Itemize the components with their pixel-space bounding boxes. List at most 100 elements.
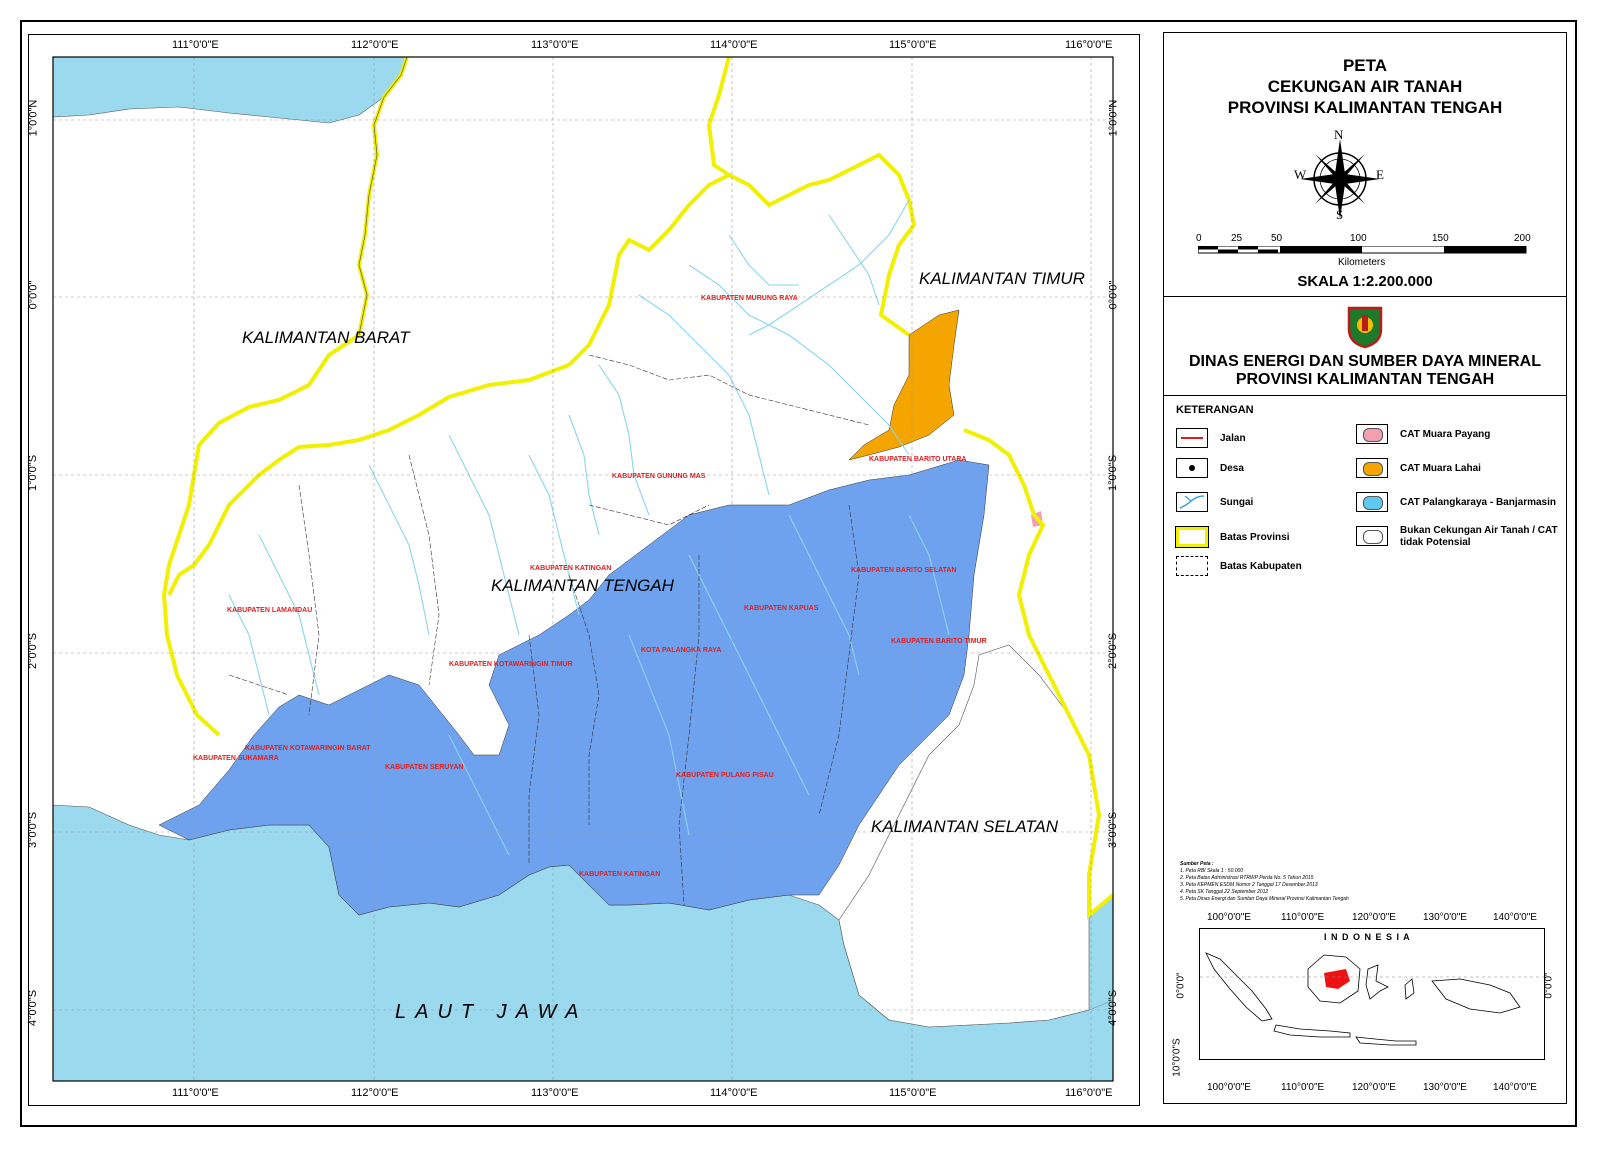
title-box: PETA CEKUNGAN AIR TANAH PROVINSI KALIMAN… [1164,33,1566,297]
kab-label-barito-selatan: KABUPATEN BARITO SELATAN [851,567,957,574]
legend-box: KETERANGAN Jalan Desa Sungai Batas Provi… [1164,396,1566,636]
compass-n: N [1334,127,1344,142]
kab-label-katingan-south: KABUPATEN KATINGAN [579,871,661,878]
inset-lat-0-right: 0°0'0" [1543,972,1555,999]
lat-tick-3s-right: 3°0'0"S [1107,811,1120,849]
lon-tick-115-top: 115°0'0"E [889,39,937,51]
scale-tick-50: 50 [1271,233,1283,244]
kab-label-palangka-raya: KOTA PALANGKA RAYA [641,647,722,654]
lon-tick-114-top: 114°0'0"E [710,39,758,51]
lon-tick-113-bottom: 113°0'0"E [531,1087,579,1099]
legend-heading: KETERANGAN [1176,404,1254,416]
inset-label: I N D O N E S I A [1324,932,1411,942]
legend-cat-muara-payang-symbol [1356,424,1388,444]
lat-tick-0-right: 0°0'0" [1107,280,1120,310]
agency-line2: PROVINSI KALIMANTAN TENGAH [1235,371,1495,388]
source-line: 1. Peta RBI Skala 1 : 50.000 [1180,868,1244,874]
inset-lon-120: 120°0'0"E [1352,912,1396,923]
scale-tick-200: 200 [1514,233,1531,244]
lon-tick-113-top: 113°0'0"E [531,39,579,51]
sources-list: 1. Peta RBI Skala 1 : 50.000 2. Peta Bat… [1180,868,1349,903]
legend-village-label: Desa [1220,463,1244,474]
inset-lat-0-left: 0°0'0" [1175,972,1187,999]
kab-label-barito-timur: KABUPATEN BARITO TIMUR [891,638,987,645]
inset-lon-100-bottom: 100°0'0"E [1207,1082,1251,1093]
source-line: 2. Peta Batas Administrasi RTRWP Perda N… [1180,875,1314,881]
source-line: 3. Peta KEPMEN ESDM Nomor 2 Tanggal 17 D… [1180,882,1318,888]
compass-e: E [1376,167,1384,182]
kab-label-katingan-north: KABUPATEN KATINGAN [530,565,612,572]
lat-tick-0-left: 0°0'0" [27,280,40,310]
lon-tick-116-top: 116°0'0"E [1065,39,1113,51]
legend-cat-muara-lahai-label: CAT Muara Lahai [1400,463,1481,474]
agency-line1: DINAS ENERGI DAN SUMBER DAYA MINERAL [1188,353,1542,370]
kab-label-barito-utara: KABUPATEN BARITO UTARA [869,456,967,463]
inset-lat-10s-left: 10°0'0"S [1171,1038,1183,1077]
inset-lon-110: 110°0'0"E [1281,912,1325,923]
inset-lon-100: 100°0'0"E [1207,912,1251,923]
scale-tick-0: 0 [1196,233,1202,244]
kab-label-lamandau: KABUPATEN LAMANDAU [227,607,313,614]
compass-w: W [1294,167,1307,182]
inset-map: I N D O N E S I A [1199,928,1545,1060]
scale-bar [1198,246,1527,254]
kab-label-gunung-mas: KABUPATEN GUNUNG MAS [612,473,706,480]
provincial-emblem-icon [1347,306,1383,349]
legend-kabupaten-border-symbol [1176,556,1208,576]
region-label-kaltim: KALIMANTAN TIMUR [919,269,1085,288]
lat-tick-2s-left: 2°0'0"S [27,632,40,670]
map-title-line1: PETA [1342,56,1388,75]
source-line: 4. Peta SK Tanggal 22 September 2012 [1180,889,1269,895]
legend-river-label: Sungai [1220,497,1254,508]
legend-province-border-symbol [1175,526,1209,548]
legend-non-cat-symbol [1356,526,1388,546]
lat-tick-1s-left: 1°0'0"S [27,454,40,492]
lon-tick-112-bottom: 112°0'0"E [351,1087,399,1099]
legend-road-symbol [1176,428,1208,448]
inset-map-graphic [1200,952,1544,1046]
lon-tick-115-bottom: 115°0'0"E [889,1087,937,1099]
compass-s: S [1336,207,1344,222]
kab-label-seruyan: KABUPATEN SERUYAN [385,764,464,771]
region-label-kalteng: KALIMANTAN TENGAH [491,576,674,595]
kab-label-kapuas: KABUPATEN KAPUAS [744,605,819,612]
inset-lon-130-bottom: 130°0'0"E [1423,1082,1467,1093]
scale-tick-150: 150 [1432,233,1449,244]
region-label-kalbar: KALIMANTAN BARAT [242,328,410,347]
scale-unit: Kilometers [1338,257,1386,268]
legend-cat-palangkaraya-symbol [1356,492,1388,512]
map-title-line2: CEKUNGAN AIR TANAH [1267,77,1463,96]
sources-heading: Sumber Peta : [1180,861,1214,867]
lat-tick-2s-right: 2°0'0"S [1107,632,1120,670]
lat-tick-1s-right: 1°0'0"S [1107,454,1120,492]
inset-lon-110-bottom: 110°0'0"E [1281,1082,1325,1093]
lon-tick-116-bottom: 116°0'0"E [1065,1087,1113,1099]
legend-river-symbol [1176,492,1208,512]
inset-lon-140-bottom: 140°0'0"E [1493,1082,1537,1093]
lon-tick-111-bottom: 111°0'0"E [172,1087,219,1099]
scale-ratio: SKALA 1:2.200.000 [1297,273,1433,290]
lat-tick-4s-right: 4°0'0"S [1107,989,1120,1027]
legend-non-cat-label: Bukan Cekungan Air Tanah / CAT tidak Pot… [1400,525,1558,548]
legend-kabupaten-border-label: Batas Kabupaten [1220,561,1302,572]
kab-label-kotawaringin-barat: KABUPATEN KOTAWARINGIN BARAT [245,745,371,752]
kab-label-sukamara: KABUPATEN SUKAMARA [193,755,279,762]
legend-road-label: Jalan [1220,433,1246,444]
region-label-kalsel: KALIMANTAN SELATAN [871,817,1059,836]
legend-village-symbol [1176,458,1208,478]
kab-label-murung-raya: KABUPATEN MURUNG RAYA [701,295,798,302]
legend-cat-muara-payang-label: CAT Muara Payang [1400,429,1491,440]
agency-box: DINAS ENERGI DAN SUMBER DAYA MINERAL PRO… [1164,297,1566,396]
scale-tick-100: 100 [1350,233,1367,244]
legend-province-border-label: Batas Provinsi [1220,532,1290,543]
lat-tick-1n-left: 1°0'0"N [27,99,40,137]
legend-cat-palangkaraya-label: CAT Palangkaraya - Banjarmasin [1400,497,1556,508]
lon-tick-112-top: 112°0'0"E [351,39,399,51]
inset-lon-130: 130°0'0"E [1423,912,1467,923]
kab-label-kotawaringin-timur: KABUPATEN KOTAWARINGIN TIMUR [449,661,573,668]
inset-lon-120-bottom: 120°0'0"E [1352,1082,1396,1093]
legend-cat-muara-lahai-symbol [1356,458,1388,478]
lat-tick-4s-left: 4°0'0"S [27,989,40,1027]
kab-label-pulang-pisau: KABUPATEN PULANG PISAU [676,772,774,779]
source-line: 5. Peta Dinas Energi dan Sumber Daya Min… [1180,896,1349,902]
